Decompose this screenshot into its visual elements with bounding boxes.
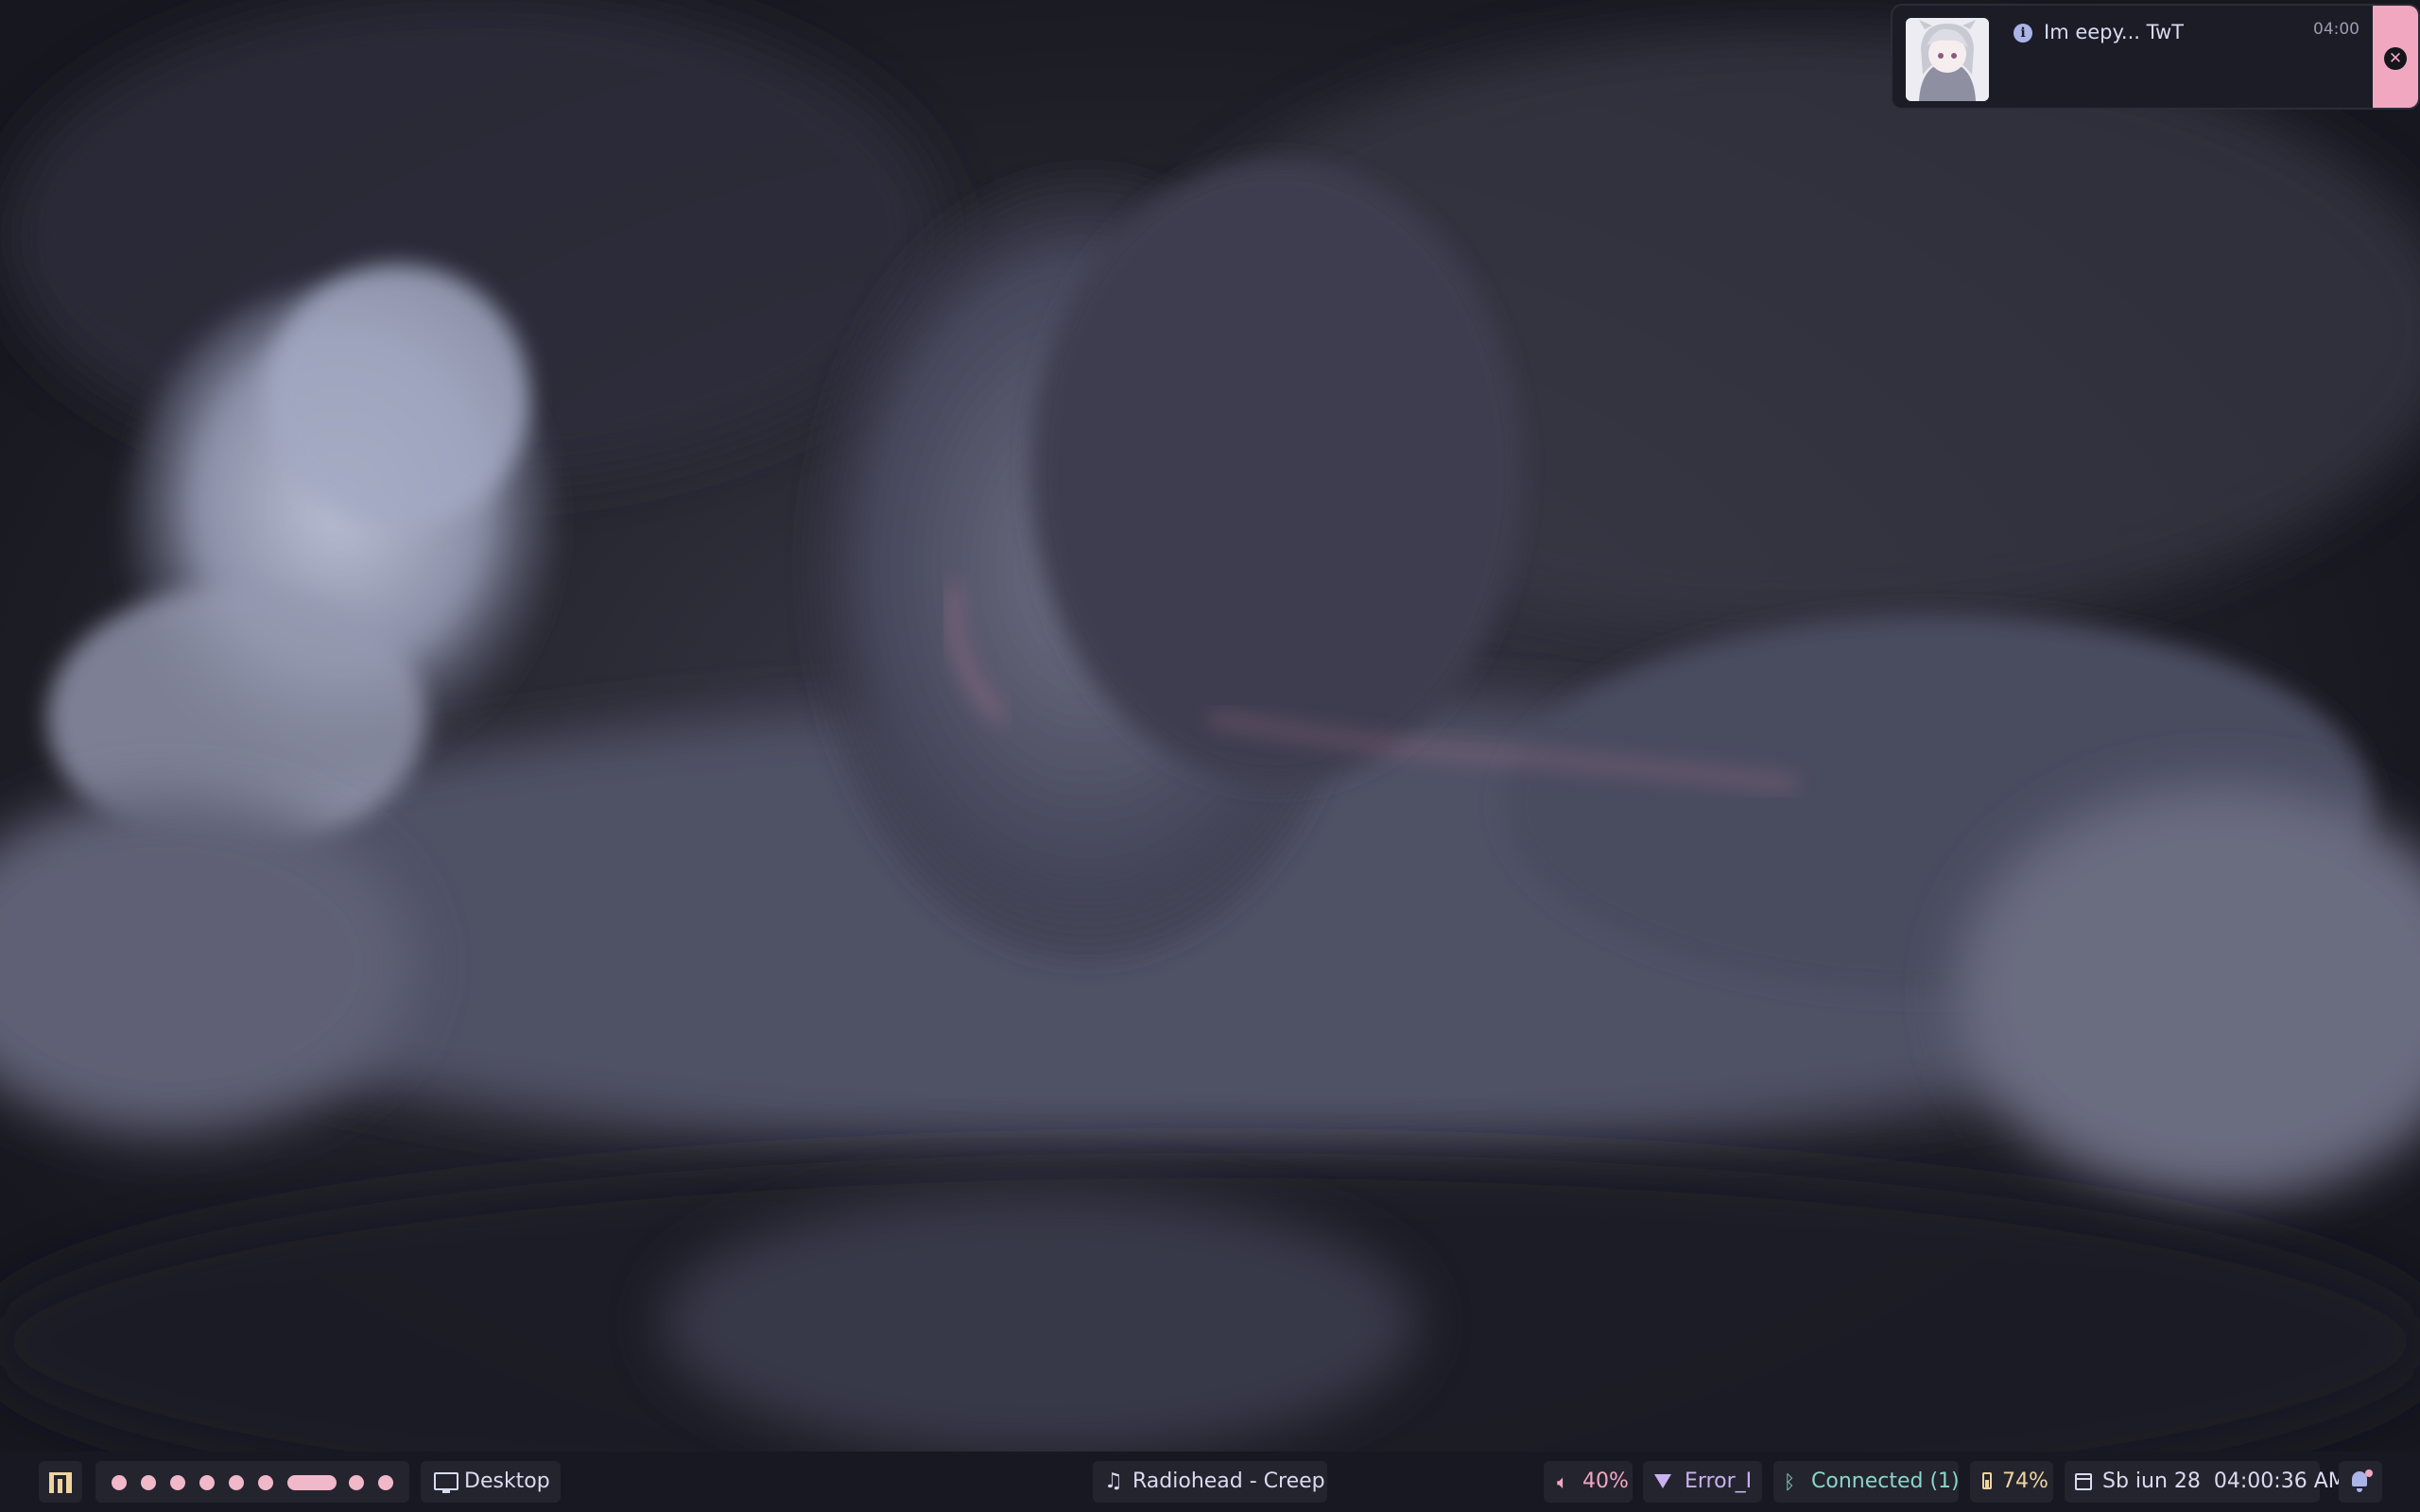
bluetooth-icon: ᛒ xyxy=(1784,1470,1795,1493)
close-icon[interactable]: ✕ xyxy=(2384,47,2407,70)
workspace-2[interactable] xyxy=(141,1475,156,1490)
battery-module[interactable]: 74% xyxy=(1970,1461,2053,1503)
notification-popup[interactable]: i Im eepy... TwT 04:00 ✕ xyxy=(1891,4,2420,110)
bluetooth-module[interactable]: ᛒ Connected (1) xyxy=(1773,1461,1960,1503)
notification-dot xyxy=(2365,1469,2373,1477)
desktop-wallpaper xyxy=(0,0,2420,1512)
active-window[interactable]: Desktop xyxy=(421,1461,561,1503)
notification-avatar xyxy=(1906,18,1989,101)
volume-module[interactable]: 🔈︎ 40% xyxy=(1544,1461,1633,1503)
clock-text: Sb iun 28 04:00:36 AM xyxy=(2102,1469,2346,1493)
workspace-6[interactable] xyxy=(258,1475,273,1490)
notification-time: 04:00 xyxy=(2313,20,2360,39)
clock-module[interactable]: Sb iun 28 04:00:36 AM xyxy=(2065,1461,2346,1503)
app-launcher-button[interactable] xyxy=(39,1461,82,1503)
app-launcher-icon xyxy=(49,1472,72,1493)
taskbar: Desktop ♫ Radiohead - Creep 🔈︎ 40% Error… xyxy=(0,1452,2420,1512)
notification-center-button[interactable] xyxy=(2339,1461,2382,1503)
wifi-icon xyxy=(1654,1474,1671,1488)
workspace-4[interactable] xyxy=(199,1475,215,1490)
bluetooth-status: Connected (1) xyxy=(1811,1469,1960,1493)
media-player[interactable]: ♫ Radiohead - Creep xyxy=(1093,1461,1327,1503)
battery-level: 74% xyxy=(2002,1469,2048,1493)
workspace-9[interactable] xyxy=(378,1475,393,1490)
workspace-1[interactable] xyxy=(112,1475,127,1490)
notification-title: Im eepy... TwT xyxy=(2044,21,2184,43)
workspace-switcher xyxy=(95,1461,409,1503)
notification-close-area[interactable]: ✕ xyxy=(2373,6,2418,108)
music-note-icon: ♫ xyxy=(1104,1469,1123,1493)
calendar-icon xyxy=(2075,1473,2092,1490)
network-module[interactable]: Error_I xyxy=(1643,1461,1762,1503)
monitor-icon xyxy=(434,1472,458,1493)
workspace-8[interactable] xyxy=(349,1475,364,1490)
workspace-7-active[interactable] xyxy=(287,1475,337,1490)
media-title: Radiohead - Creep xyxy=(1132,1469,1325,1493)
info-icon: i xyxy=(2014,24,2032,43)
active-window-title: Desktop xyxy=(464,1469,550,1493)
smoke-artwork xyxy=(0,0,2420,1512)
volume-level: 40% xyxy=(1582,1469,1629,1493)
workspace-5[interactable] xyxy=(229,1475,244,1490)
network-name: Error_I xyxy=(1685,1469,1753,1493)
battery-icon xyxy=(1982,1472,1992,1489)
workspace-3[interactable] xyxy=(170,1475,185,1490)
speaker-icon: 🔈︎ xyxy=(1557,1470,1568,1493)
